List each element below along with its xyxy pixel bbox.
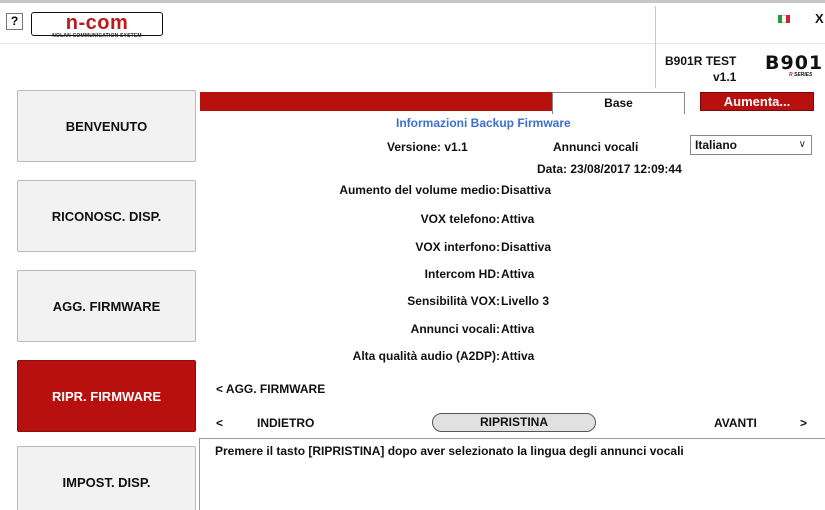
setting-value: Disattiva — [501, 240, 552, 254]
setting-value: Disattiva — [501, 183, 552, 197]
chevron-right-icon[interactable]: > — [800, 416, 807, 430]
ncom-logo: n-com NOLAN COMMUNICATION SYSTEM — [31, 12, 163, 44]
tab-strip-bar — [200, 92, 552, 111]
series-logo-letter: R — [789, 72, 793, 78]
back-to-agg-firmware-link[interactable]: < AGG. FIRMWARE — [216, 382, 325, 396]
voice-language-label: Annunci vocali — [553, 140, 639, 154]
page-title: Informazioni Backup Firmware — [396, 116, 571, 130]
next-button[interactable]: AVANTI — [714, 416, 757, 430]
setting-label: Aumento del volume medio: — [339, 183, 500, 197]
b901-series-logo: B901 — [765, 52, 824, 74]
sidebar-item-agg-firmware[interactable]: AGG. FIRMWARE — [17, 270, 196, 342]
setting-label: Annunci vocali: — [410, 322, 500, 336]
tab-aumenta[interactable]: Aumenta... — [700, 92, 814, 111]
series-logo-word: SERIES — [794, 72, 813, 78]
setting-value: Livello 3 — [501, 294, 550, 308]
setting-value: Attiva — [501, 322, 535, 336]
sidebar-item-benvenuto[interactable]: BENVENUTO — [17, 90, 196, 162]
setting-value: Attiva — [501, 267, 535, 281]
instruction-message: Premere il tasto [RIPRISTINA] dopo aver … — [199, 438, 825, 510]
backup-date: Data: 23/08/2017 12:09:44 — [537, 162, 682, 176]
italian-flag-icon[interactable] — [778, 15, 790, 23]
setting-label: VOX telefono: — [420, 212, 500, 226]
top-bar: ? n-com NOLAN COMMUNICATION SYSTEM X B90… — [0, 0, 825, 88]
help-button[interactable]: ? — [6, 13, 23, 30]
voice-language-select[interactable]: Italiano ∨ — [690, 135, 812, 155]
voice-language-value: Italiano — [695, 138, 738, 152]
tab-base[interactable]: Base — [552, 92, 685, 114]
backup-version: Versione: v1.1 — [387, 140, 468, 154]
sidebar-item-impost-disp[interactable]: IMPOST. DISP. — [17, 446, 196, 510]
chevron-down-icon: ∨ — [798, 139, 806, 150]
device-version: v1.1 — [713, 70, 737, 84]
setting-value: Attiva — [501, 349, 535, 363]
setting-label: Intercom HD: — [424, 267, 500, 281]
series-logo-subtext: R SERIES — [789, 72, 812, 78]
logo-subtext: NOLAN COMMUNICATION SYSTEM — [52, 33, 142, 39]
device-name: B901R TEST — [665, 54, 737, 68]
setting-label: Sensibilità VOX: — [407, 294, 500, 308]
chevron-left-icon[interactable]: < — [216, 416, 223, 430]
restore-button[interactable]: RIPRISTINA — [432, 413, 596, 432]
close-button[interactable]: X — [815, 11, 824, 26]
sidebar-item-riconosc-disp[interactable]: RICONOSC. DISP. — [17, 180, 196, 252]
back-button[interactable]: INDIETRO — [257, 416, 314, 430]
tab-strip: Base Aumenta... — [200, 92, 814, 114]
sidebar-item-ripr-firmware[interactable]: RIPR. FIRMWARE — [17, 360, 196, 432]
setting-label: Alta qualità audio (A2DP): — [352, 349, 500, 363]
setting-label: VOX interfono: — [415, 240, 500, 254]
logo-text: n-com — [65, 12, 129, 34]
setting-value: Attiva — [501, 212, 535, 226]
